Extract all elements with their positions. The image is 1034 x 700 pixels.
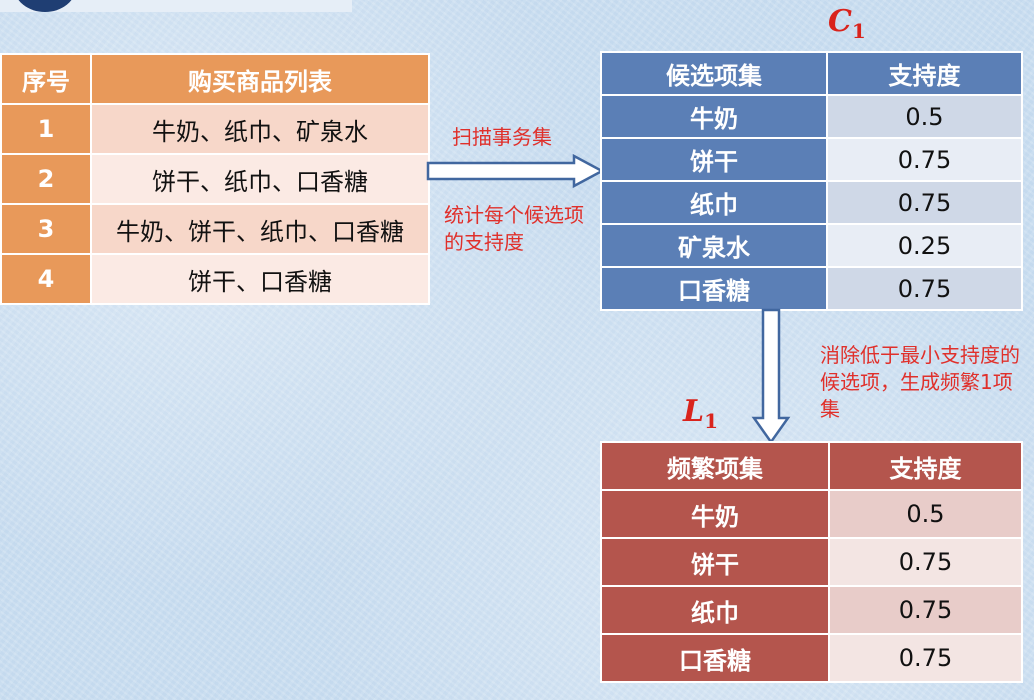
table-row: 纸巾 0.75 [600,585,1023,635]
candidate-header-support: 支持度 [826,51,1023,96]
frequent-support: 0.75 [828,633,1023,683]
prune-arrow [751,308,791,445]
c1-label-main: C [828,4,852,39]
table-row: 牛奶 0.5 [600,489,1023,539]
frequent-header-item: 频繁项集 [600,441,830,491]
candidate-item: 口香糖 [600,266,828,311]
count-support-label: 统计每个候选项的支持度 [444,203,584,254]
candidate-item: 纸巾 [600,180,828,225]
table-row: 3 牛奶、饼干、纸巾、口香糖 [0,203,430,255]
candidate-table: 候选项集 支持度 牛奶 0.5 饼干 0.75 纸巾 0.75 矿泉水 0.25… [600,51,1023,311]
table-row: 4 饼干、口香糖 [0,253,430,305]
purchase-row-items: 牛奶、饼干、纸巾、口香糖 [90,203,430,255]
candidate-item: 饼干 [600,137,828,182]
frequent-support: 0.5 [828,489,1023,539]
candidate-item: 牛奶 [600,94,828,139]
purchase-row-id: 4 [0,253,92,305]
candidate-support: 0.25 [826,223,1023,268]
c1-label: C1 [828,4,866,43]
frequent-item: 纸巾 [600,585,830,635]
table-row: 牛奶 0.5 [600,94,1023,139]
scan-label: 扫描事务集 [452,125,552,149]
l1-label-sub: 1 [704,409,719,433]
table-row: 矿泉水 0.25 [600,223,1023,268]
candidate-support: 0.5 [826,94,1023,139]
table-row: 口香糖 0.75 [600,266,1023,311]
candidate-item: 矿泉水 [600,223,828,268]
c1-label-sub: 1 [851,19,866,43]
purchase-row-items: 饼干、口香糖 [90,253,430,305]
prune-label: 消除低于最小支持度的候选项，生成频繁1项集 [820,343,1020,421]
frequent-header-support: 支持度 [828,441,1023,491]
table-row: 纸巾 0.75 [600,180,1023,225]
purchase-header-items: 购买商品列表 [90,53,430,105]
frequent-header-row: 频繁项集 支持度 [600,441,1023,491]
candidate-support: 0.75 [826,266,1023,311]
frequent-table: 频繁项集 支持度 牛奶 0.5 饼干 0.75 纸巾 0.75 口香糖 0.75 [600,441,1023,683]
purchase-header-row: 序号 购买商品列表 [0,53,430,105]
table-row: 饼干 0.75 [600,137,1023,182]
purchase-row-id: 1 [0,103,92,155]
scan-arrow [426,153,605,189]
purchase-row-id: 3 [0,203,92,255]
table-row: 1 牛奶、纸巾、矿泉水 [0,103,430,155]
table-row: 饼干 0.75 [600,537,1023,587]
frequent-support: 0.75 [828,537,1023,587]
candidate-support: 0.75 [826,180,1023,225]
l1-label: L1 [683,394,718,433]
frequent-item: 牛奶 [600,489,830,539]
l1-label-main: L [683,394,705,429]
frequent-item: 口香糖 [600,633,830,683]
purchase-row-id: 2 [0,153,92,205]
table-row: 2 饼干、纸巾、口香糖 [0,153,430,205]
purchase-row-items: 牛奶、纸巾、矿泉水 [90,103,430,155]
purchase-row-items: 饼干、纸巾、口香糖 [90,153,430,205]
purchase-table: 序号 购买商品列表 1 牛奶、纸巾、矿泉水 2 饼干、纸巾、口香糖 3 牛奶、饼… [0,53,430,305]
frequent-support: 0.75 [828,585,1023,635]
purchase-header-id: 序号 [0,53,92,105]
candidate-header-row: 候选项集 支持度 [600,51,1023,96]
candidate-header-item: 候选项集 [600,51,828,96]
frequent-item: 饼干 [600,537,830,587]
table-row: 口香糖 0.75 [600,633,1023,683]
candidate-support: 0.75 [826,137,1023,182]
